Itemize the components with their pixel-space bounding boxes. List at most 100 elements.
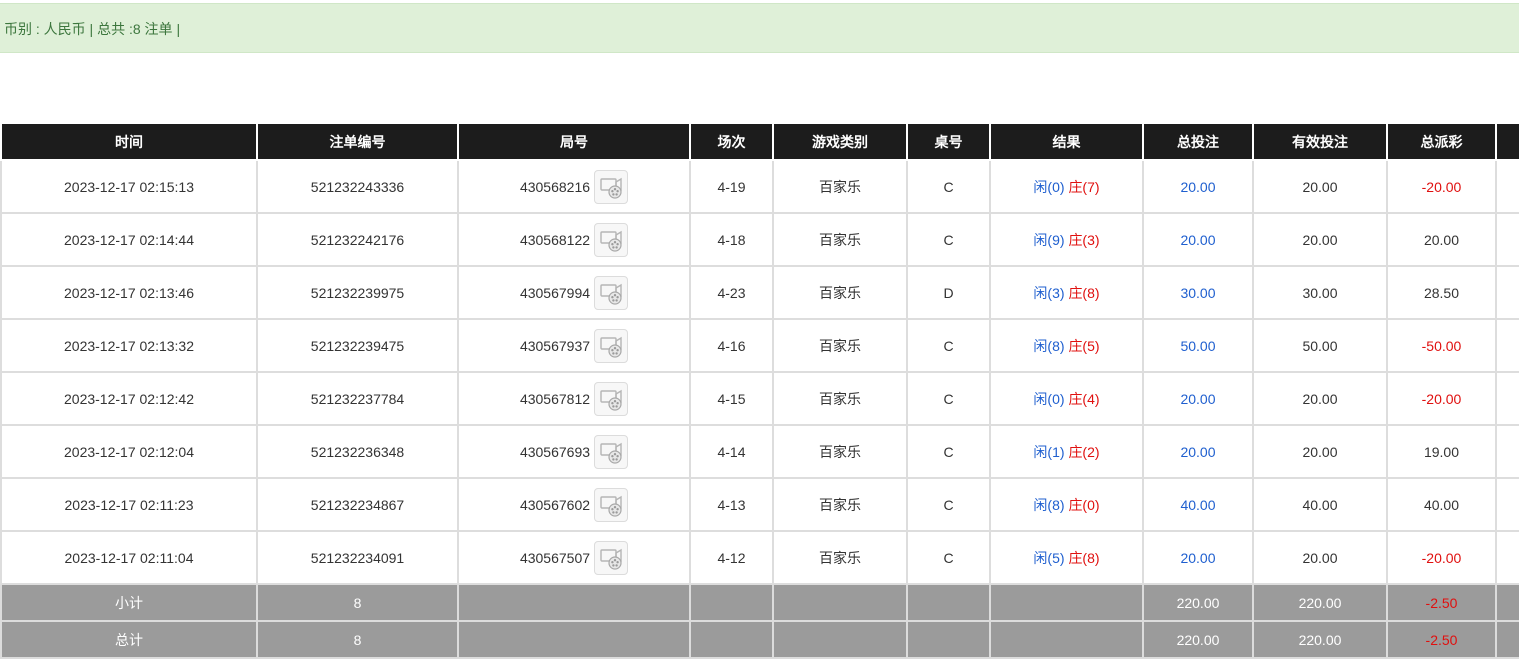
table-row: 2023-12-17 02:13:32 521232239475 430567937… bbox=[0, 318, 1519, 373]
table-row: 2023-12-17 02:11:23 521232234867 430567602… bbox=[0, 477, 1519, 532]
valid-bet: 20.00 bbox=[1252, 530, 1388, 585]
video-replay-icon[interactable] bbox=[594, 169, 629, 204]
result-banker: 庄(2) bbox=[1068, 443, 1100, 460]
round-number: 430567602 bbox=[519, 496, 591, 513]
payout: -20.00 bbox=[1386, 371, 1497, 426]
subtotal-count: 8 bbox=[256, 583, 459, 622]
subtotal-empty bbox=[1495, 583, 1519, 622]
result-player: 闲(3) bbox=[1033, 284, 1065, 301]
game-type: 百家乐 bbox=[772, 318, 908, 373]
grandtotal-count: 8 bbox=[256, 620, 459, 659]
subtotal-payout: -2.50 bbox=[1386, 583, 1497, 622]
bet-time: 2023-12-17 02:14:44 bbox=[0, 212, 258, 267]
bet-id: 521232242176 bbox=[256, 212, 459, 267]
video-replay-icon[interactable] bbox=[594, 540, 629, 575]
result-banker: 庄(8) bbox=[1068, 284, 1100, 301]
round-number: 430567693 bbox=[519, 443, 591, 460]
round-cell: 430567937 bbox=[457, 318, 691, 373]
currency-label: 币别 : 人民币 bbox=[4, 21, 86, 37]
bet-id: 521232239475 bbox=[256, 318, 459, 373]
video-replay-icon[interactable] bbox=[594, 328, 629, 363]
result-cell: 闲(9) 庄(3) bbox=[989, 212, 1144, 267]
extra-cell bbox=[1495, 371, 1519, 426]
video-replay-icon[interactable] bbox=[594, 275, 629, 310]
summary-bar: 币别 : 人民币 | 总共 :8 注单 | bbox=[0, 3, 1519, 53]
result-player: 闲(5) bbox=[1033, 549, 1065, 566]
subtotal-total-bet: 220.00 bbox=[1142, 583, 1254, 622]
session: 4-15 bbox=[689, 371, 774, 426]
total-count-label: 总共 :8 注单 bbox=[97, 21, 173, 37]
round-number: 430568122 bbox=[519, 231, 591, 248]
video-replay-icon[interactable] bbox=[594, 222, 629, 257]
bet-id: 521232234091 bbox=[256, 530, 459, 585]
bet-time: 2023-12-17 02:11:23 bbox=[0, 477, 258, 532]
table-number: C bbox=[906, 159, 991, 214]
grandtotal-empty bbox=[906, 620, 991, 659]
total-bet[interactable]: 20.00 bbox=[1142, 371, 1254, 426]
session: 4-16 bbox=[689, 318, 774, 373]
summary-trailing: | bbox=[172, 21, 181, 37]
col-header-round: 局号 bbox=[457, 124, 691, 161]
game-type: 百家乐 bbox=[772, 371, 908, 426]
subtotal-label: 小计 bbox=[0, 583, 258, 622]
grandtotal-row: 总计 8 220.00 220.00 -2.50 bbox=[0, 620, 1519, 659]
result-player: 闲(0) bbox=[1033, 390, 1065, 407]
table-row: 2023-12-17 02:11:04 521232234091 430567507… bbox=[0, 530, 1519, 585]
grandtotal-total-bet: 220.00 bbox=[1142, 620, 1254, 659]
extra-cell bbox=[1495, 159, 1519, 214]
valid-bet: 30.00 bbox=[1252, 265, 1388, 320]
bet-records-table: 时间 注单编号 局号 场次 游戏类别 桌号 结果 总投注 有效投注 总派彩 20… bbox=[0, 124, 1519, 659]
table-row: 2023-12-17 02:13:46 521232239975 430567994… bbox=[0, 265, 1519, 320]
bet-time: 2023-12-17 02:12:04 bbox=[0, 424, 258, 479]
subtotal-empty bbox=[906, 583, 991, 622]
round-number: 430567994 bbox=[519, 284, 591, 301]
extra-cell bbox=[1495, 212, 1519, 267]
total-bet[interactable]: 20.00 bbox=[1142, 424, 1254, 479]
game-type: 百家乐 bbox=[772, 212, 908, 267]
video-replay-icon[interactable] bbox=[594, 434, 629, 469]
col-header-session: 场次 bbox=[689, 124, 774, 161]
extra-cell bbox=[1495, 424, 1519, 479]
bet-id: 521232243336 bbox=[256, 159, 459, 214]
result-cell: 闲(0) 庄(7) bbox=[989, 159, 1144, 214]
total-bet[interactable]: 20.00 bbox=[1142, 530, 1254, 585]
result-banker: 庄(0) bbox=[1068, 496, 1100, 513]
payout: -50.00 bbox=[1386, 318, 1497, 373]
grandtotal-label: 总计 bbox=[0, 620, 258, 659]
grandtotal-empty bbox=[1495, 620, 1519, 659]
total-bet[interactable]: 30.00 bbox=[1142, 265, 1254, 320]
round-number: 430567507 bbox=[519, 549, 591, 566]
result-banker: 庄(5) bbox=[1068, 337, 1100, 354]
bet-id: 521232236348 bbox=[256, 424, 459, 479]
total-bet[interactable]: 20.00 bbox=[1142, 159, 1254, 214]
bet-time: 2023-12-17 02:15:13 bbox=[0, 159, 258, 214]
session: 4-14 bbox=[689, 424, 774, 479]
col-header-table-no: 桌号 bbox=[906, 124, 991, 161]
total-bet[interactable]: 50.00 bbox=[1142, 318, 1254, 373]
round-number: 430567937 bbox=[519, 337, 591, 354]
table-header-row: 时间 注单编号 局号 场次 游戏类别 桌号 结果 总投注 有效投注 总派彩 bbox=[0, 124, 1519, 161]
grandtotal-valid-bet: 220.00 bbox=[1252, 620, 1388, 659]
col-header-game-type: 游戏类别 bbox=[772, 124, 908, 161]
table-number: C bbox=[906, 212, 991, 267]
video-replay-icon[interactable] bbox=[594, 381, 629, 416]
round-cell: 430567693 bbox=[457, 424, 691, 479]
result-banker: 庄(3) bbox=[1068, 231, 1100, 248]
valid-bet: 20.00 bbox=[1252, 371, 1388, 426]
round-number: 430568216 bbox=[519, 178, 591, 195]
bet-time: 2023-12-17 02:13:32 bbox=[0, 318, 258, 373]
subtotal-empty bbox=[457, 583, 691, 622]
result-banker: 庄(7) bbox=[1068, 178, 1100, 195]
extra-cell bbox=[1495, 477, 1519, 532]
round-number: 430567812 bbox=[519, 390, 591, 407]
total-bet[interactable]: 20.00 bbox=[1142, 212, 1254, 267]
table-row: 2023-12-17 02:12:42 521232237784 430567812… bbox=[0, 371, 1519, 426]
table-row: 2023-12-17 02:15:13 521232243336 430568216… bbox=[0, 159, 1519, 214]
video-replay-icon[interactable] bbox=[594, 487, 629, 522]
bet-id: 521232239975 bbox=[256, 265, 459, 320]
result-player: 闲(1) bbox=[1033, 443, 1065, 460]
valid-bet: 50.00 bbox=[1252, 318, 1388, 373]
grandtotal-empty bbox=[689, 620, 774, 659]
result-cell: 闲(5) 庄(8) bbox=[989, 530, 1144, 585]
total-bet[interactable]: 40.00 bbox=[1142, 477, 1254, 532]
